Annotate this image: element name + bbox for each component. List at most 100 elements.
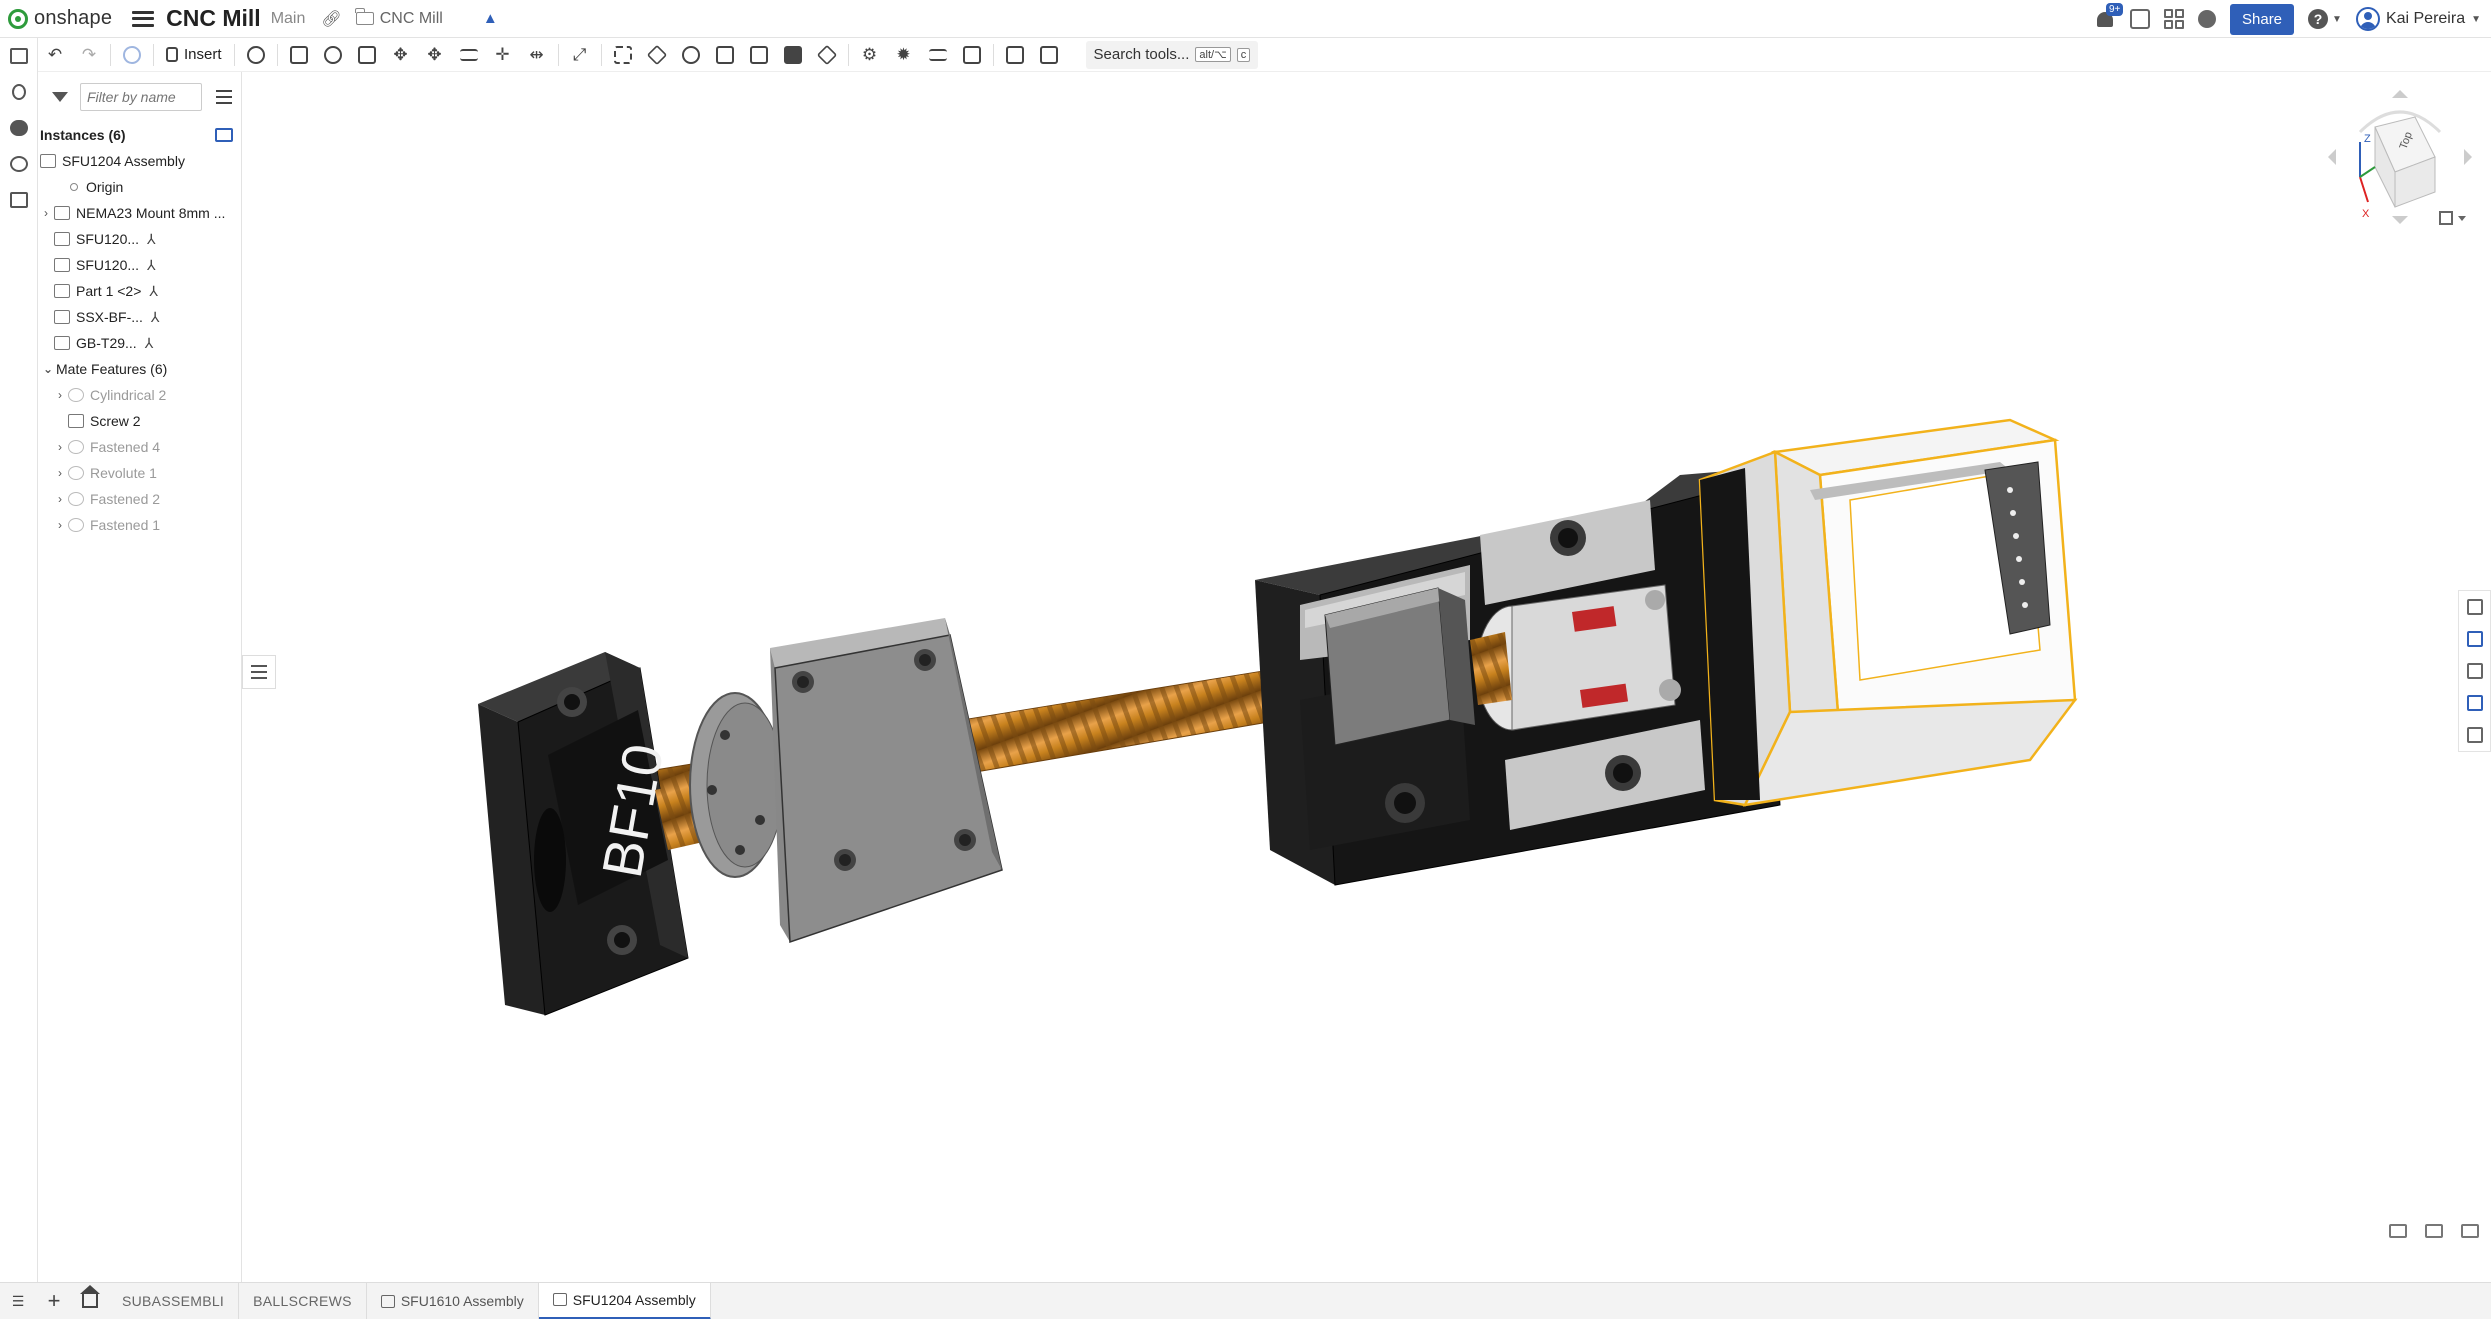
chevron-right-icon[interactable]: › xyxy=(52,440,68,454)
link-icon[interactable]: 🔗︎ xyxy=(321,9,341,29)
revolute-mate-tool[interactable] xyxy=(316,40,350,70)
relation-tool[interactable] xyxy=(674,40,708,70)
instance-row[interactable]: SFU120... ⅄ xyxy=(38,252,241,278)
home-folder-button[interactable] xyxy=(72,1283,108,1319)
planar-mate-tool[interactable]: ✥ xyxy=(384,40,418,70)
folder-name[interactable]: CNC Mill xyxy=(380,10,443,28)
view-cube-right-arrow[interactable] xyxy=(2464,149,2472,165)
tab-sfu1610-assembly[interactable]: SFU1610 Assembly xyxy=(367,1282,539,1319)
search-tools-button[interactable]: Search tools... alt/⌥ c xyxy=(1085,40,1259,69)
tab-manager-button[interactable]: ☰ xyxy=(0,1283,36,1319)
ball-mate-tool[interactable]: ✛ xyxy=(486,40,520,70)
configurations-panel-tab[interactable] xyxy=(2459,655,2490,687)
fastened-mate-tool[interactable] xyxy=(282,40,316,70)
tangent-mate-tool[interactable]: ⤢ xyxy=(563,40,597,70)
instance-row[interactable]: › NEMA23 Mount 8mm ... xyxy=(38,200,241,226)
graphics-viewport[interactable]: BF10 Top Z X xyxy=(242,72,2491,1282)
share-button[interactable]: Share xyxy=(2230,3,2295,35)
bom-toggle[interactable] xyxy=(0,182,38,218)
onshape-logo[interactable]: onshape xyxy=(8,7,112,30)
fit-view-icon[interactable] xyxy=(2461,1224,2479,1238)
help-menu[interactable]: ? ▼ xyxy=(2308,9,2342,29)
mate-feature-row[interactable]: Screw 2 xyxy=(38,408,241,434)
mate-connector-tool[interactable] xyxy=(640,40,674,70)
render-mode-icon[interactable] xyxy=(2425,1224,2443,1238)
filter-input[interactable] xyxy=(80,83,202,111)
replicate-tool[interactable] xyxy=(239,40,273,70)
filter-icon[interactable] xyxy=(52,92,68,102)
rack-pinion-tool[interactable] xyxy=(742,40,776,70)
tab-folder-ballscrews[interactable]: BALLSCREWS xyxy=(239,1282,367,1319)
insert-button[interactable]: Insert xyxy=(158,41,230,69)
mate-feature-row[interactable]: › Fastened 2 xyxy=(38,486,241,512)
view-cube-up-arrow[interactable] xyxy=(2392,90,2408,98)
screw-mate-tool[interactable] xyxy=(921,40,955,70)
user-menu[interactable]: Kai Pereira ▼ xyxy=(2355,7,2481,31)
mass-properties-tool[interactable]: ✹ xyxy=(887,40,921,70)
chevron-right-icon[interactable]: › xyxy=(52,518,68,532)
assembly-3d-model[interactable]: BF10 xyxy=(242,72,2491,1282)
feature-list-toggle[interactable] xyxy=(0,38,38,74)
tab-folder-subassemblies[interactable]: SUBASSEMBLI xyxy=(108,1282,240,1319)
variables-panel-tab[interactable] xyxy=(2459,719,2490,751)
cylindrical-mate-tool[interactable]: ✥ xyxy=(418,40,452,70)
exploded-view-tool[interactable] xyxy=(810,40,844,70)
mate-feature-row[interactable]: › Fastened 4 xyxy=(38,434,241,460)
education-cap-icon[interactable]: ▲ xyxy=(483,10,498,27)
appearance-panel-tab[interactable] xyxy=(2459,623,2490,655)
display-mode-icon[interactable] xyxy=(2389,1224,2407,1238)
parallel-mate-tool[interactable]: ⇹ xyxy=(520,40,554,70)
learning-center-icon[interactable] xyxy=(2198,10,2216,28)
release-candidates-icon[interactable] xyxy=(2130,9,2150,29)
hamburger-menu-icon[interactable] xyxy=(132,10,155,27)
redo-button[interactable]: ↷ xyxy=(72,40,106,70)
pin-slot-mate-tool[interactable] xyxy=(452,40,486,70)
list-view-icon[interactable] xyxy=(216,90,232,104)
history-toggle[interactable] xyxy=(0,146,38,182)
instance-row[interactable]: GB-T29... ⅄ xyxy=(38,330,241,356)
view-cube-left-arrow[interactable] xyxy=(2328,149,2336,165)
ballnut-housing[interactable] xyxy=(770,618,1003,944)
mate-feature-row[interactable]: › Fastened 1 xyxy=(38,512,241,538)
measure-tool[interactable]: ⚙ xyxy=(853,40,887,70)
nema23-stepper-motor[interactable] xyxy=(1698,418,2078,807)
add-tab-button[interactable]: + xyxy=(36,1283,72,1319)
instance-row[interactable]: Origin xyxy=(38,174,241,200)
new-folder-icon[interactable] xyxy=(215,128,233,142)
chevron-right-icon[interactable]: › xyxy=(52,388,68,402)
ballnut-flange[interactable] xyxy=(689,692,784,878)
instances-header[interactable]: Instances (6) xyxy=(38,122,241,148)
named-views-tool[interactable] xyxy=(998,40,1032,70)
branch-name[interactable]: Main xyxy=(271,10,306,28)
mate-connectors-toggle[interactable] xyxy=(0,74,38,110)
slider-mate-tool[interactable] xyxy=(350,40,384,70)
view-cube-down-arrow[interactable] xyxy=(2392,216,2408,224)
properties-panel-tab[interactable] xyxy=(2459,591,2490,623)
chevron-down-icon[interactable] xyxy=(2458,216,2466,221)
comments-toggle[interactable] xyxy=(0,110,38,146)
chevron-right-icon[interactable]: › xyxy=(38,206,54,220)
instance-row[interactable]: SSX-BF-... ⅄ xyxy=(38,304,241,330)
bom-panel-tab[interactable] xyxy=(2459,687,2490,719)
app-store-icon[interactable] xyxy=(2164,9,2184,29)
gear-relation-tool[interactable] xyxy=(708,40,742,70)
document-title[interactable]: CNC Mill xyxy=(166,5,261,32)
chevron-right-icon[interactable]: › xyxy=(52,466,68,480)
undo-button[interactable]: ↶ xyxy=(38,40,72,70)
sync-button[interactable] xyxy=(115,40,149,70)
group-tool[interactable] xyxy=(606,40,640,70)
chevron-right-icon[interactable]: › xyxy=(52,492,68,506)
bf10-bearing-block[interactable]: BF10 xyxy=(478,652,689,1016)
view-options-icon[interactable] xyxy=(2439,211,2453,225)
mate-features-header[interactable]: ⌄ Mate Features (6) xyxy=(38,356,241,382)
tab-sfu1204-assembly[interactable]: SFU1204 Assembly xyxy=(538,1282,711,1319)
mate-feature-row[interactable]: › Revolute 1 xyxy=(38,460,241,486)
mate-feature-row[interactable]: › Cylindrical 2 xyxy=(38,382,241,408)
compare-tool[interactable] xyxy=(1032,40,1066,70)
instance-row[interactable]: Part 1 <2> ⅄ xyxy=(38,278,241,304)
instance-row[interactable]: SFU1204 Assembly xyxy=(38,148,241,174)
instance-row[interactable]: SFU120... ⅄ xyxy=(38,226,241,252)
notifications-button[interactable]: 9+ xyxy=(2094,3,2124,30)
section-view-tool[interactable] xyxy=(776,40,810,70)
view-cube[interactable]: Top Z X xyxy=(2320,82,2480,232)
